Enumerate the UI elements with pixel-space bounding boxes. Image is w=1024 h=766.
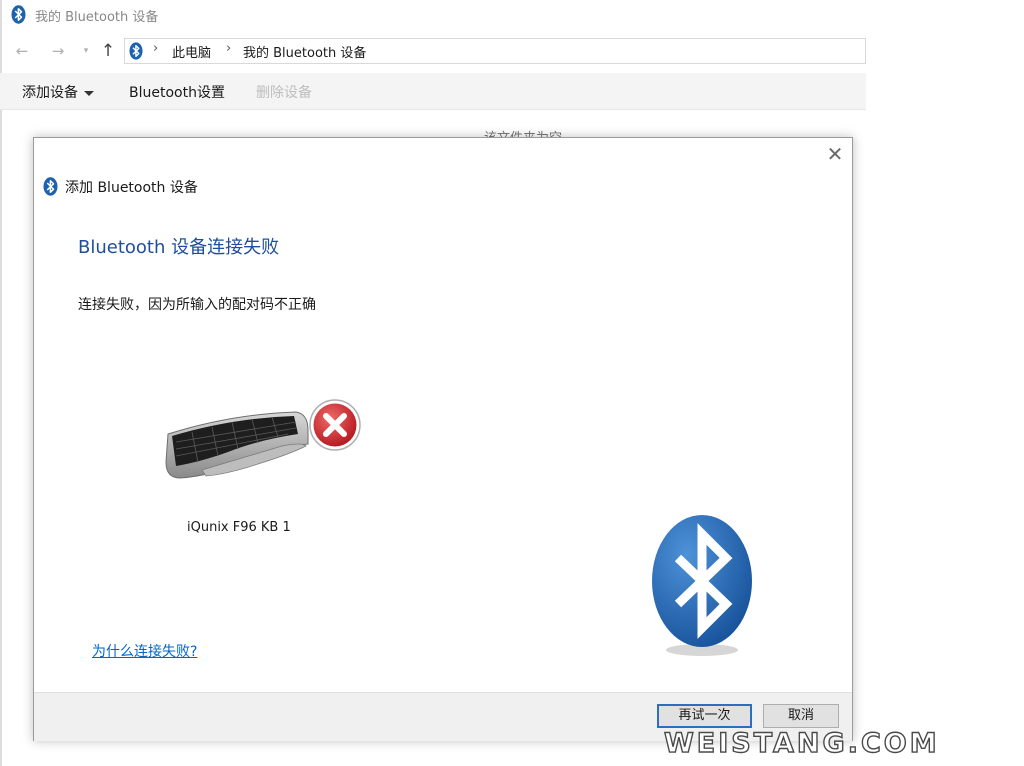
add-bluetooth-device-dialog: ✕ 添加 Bluetooth 设备 Bluetooth 设备连接失败 连接失败，… <box>33 137 853 741</box>
up-arrow-icon[interactable]: ↑ <box>98 40 118 62</box>
add-device-label: 添加设备 <box>22 85 78 101</box>
breadcrumb-my-bluetooth-devices[interactable]: 我的 Bluetooth 设备 <box>243 42 366 61</box>
breadcrumb-this-pc[interactable]: 此电脑 <box>172 42 211 61</box>
bluetooth-icon <box>43 177 58 200</box>
error-message: 连接失败，因为所输入的配对码不正确 <box>78 297 316 313</box>
back-arrow-icon[interactable]: ← <box>12 40 32 62</box>
add-device-button[interactable]: 添加设备 <box>22 82 94 102</box>
window-edge <box>0 0 2 766</box>
chevron-down-icon <box>84 90 94 96</box>
navigation-bar: ← → ▾ ↑ › 此电脑 › 我的 Bluetooth 设备 <box>0 36 866 66</box>
bluetooth-icon <box>11 5 26 28</box>
window-title: 我的 Bluetooth 设备 <box>35 10 159 25</box>
title-bar: 我的 Bluetooth 设备 <box>0 0 866 30</box>
error-x-icon <box>308 398 362 456</box>
bluetooth-icon <box>648 514 756 664</box>
keyboard-icon <box>162 396 312 492</box>
breadcrumb-separator: › <box>226 41 232 56</box>
dialog-heading: Bluetooth 设备连接失败 <box>78 237 280 258</box>
dialog-title: 添加 Bluetooth 设备 <box>65 180 198 196</box>
command-bar: 添加设备 Bluetooth设置 删除设备 <box>0 73 866 110</box>
breadcrumb-separator: › <box>153 41 159 56</box>
device-name: iQunix F96 KB 1 <box>187 520 291 535</box>
cancel-button[interactable]: 取消 <box>763 704 839 728</box>
address-bar[interactable]: › 此电脑 › 我的 Bluetooth 设备 <box>124 38 866 64</box>
forward-arrow-icon[interactable]: → <box>48 40 68 62</box>
watermark-text: WEISTANG.COM <box>663 727 940 759</box>
recent-locations-chevron-icon[interactable]: ▾ <box>76 40 96 62</box>
retry-button[interactable]: 再试一次 <box>657 704 752 728</box>
bluetooth-icon <box>129 42 143 64</box>
bluetooth-settings-button[interactable]: Bluetooth设置 <box>129 82 225 102</box>
close-icon[interactable]: ✕ <box>824 143 846 165</box>
why-connection-failed-link[interactable]: 为什么连接失败? <box>92 641 197 661</box>
remove-device-button[interactable]: 删除设备 <box>256 82 312 102</box>
